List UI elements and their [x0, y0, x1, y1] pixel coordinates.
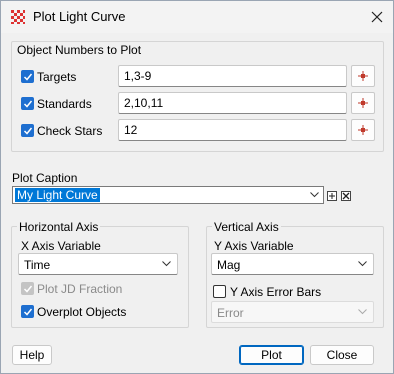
check-stars-label: Check Stars	[37, 124, 103, 138]
y-axis-variable-value: Mag	[217, 258, 241, 272]
x-axis-variable-select[interactable]: Time	[18, 253, 178, 275]
chevron-down-icon	[358, 261, 367, 267]
error-column-select[interactable]: Error	[211, 301, 374, 323]
overplot-objects-checkbox[interactable]	[21, 305, 34, 318]
plot-light-curve-dialog: Plot Light Curve Object Numbers to Plot …	[0, 0, 394, 374]
check-stars-input[interactable]: 12	[118, 119, 347, 141]
y-axis-variable-select[interactable]: Mag	[211, 253, 374, 275]
y-axis-error-bars-label: Y Axis Error Bars	[230, 285, 322, 299]
window-title: Plot Light Curve	[33, 9, 126, 24]
x-axis-variable-label: X Axis Variable	[21, 239, 101, 253]
plot-button[interactable]: Plot	[239, 345, 304, 365]
app-icon	[11, 10, 25, 24]
pick-marker-icon	[358, 125, 368, 135]
overplot-objects-label: Overplot Objects	[37, 305, 127, 319]
y-axis-variable-label: Y Axis Variable	[214, 239, 294, 253]
vertical-axis-title: Vertical Axis	[212, 220, 281, 234]
pick-marker-icon	[358, 71, 368, 81]
error-column-value: Error	[217, 306, 244, 320]
check-stars-pick-button[interactable]	[351, 119, 375, 141]
standards-input[interactable]: 2,10,11	[118, 92, 347, 114]
standards-checkbox[interactable]	[21, 97, 34, 110]
targets-input[interactable]: 1,3-9	[118, 65, 347, 87]
targets-checkbox[interactable]	[21, 70, 34, 83]
close-window-icon[interactable]	[365, 5, 389, 29]
plot-caption-value[interactable]: My Light Curve	[15, 188, 100, 202]
standards-label: Standards	[37, 97, 92, 111]
targets-pick-button[interactable]	[351, 65, 375, 87]
chevron-down-icon	[162, 261, 171, 267]
title-bar: Plot Light Curve	[1, 1, 393, 33]
delete-caption-button[interactable]	[341, 191, 351, 201]
delete-icon	[342, 192, 350, 200]
plot-jd-fraction-label: Plot JD Fraction	[37, 282, 123, 296]
check-stars-checkbox[interactable]	[21, 124, 34, 137]
chevron-down-icon[interactable]	[310, 192, 319, 198]
plot-caption-combo[interactable]: My Light Curve	[12, 186, 324, 204]
standards-pick-button[interactable]	[351, 92, 375, 114]
add-caption-button[interactable]	[327, 191, 337, 201]
object-numbers-title: Object Numbers to Plot	[17, 43, 142, 57]
plot-jd-fraction-checkbox[interactable]	[21, 282, 34, 295]
pick-marker-icon	[358, 98, 368, 108]
close-button[interactable]: Close	[310, 345, 374, 365]
x-axis-variable-value: Time	[24, 258, 51, 272]
chevron-down-icon	[358, 309, 367, 315]
horizontal-axis-title: Horizontal Axis	[17, 220, 101, 234]
plus-icon	[329, 193, 335, 199]
plot-caption-label: Plot Caption	[12, 171, 78, 185]
help-button[interactable]: Help	[12, 345, 52, 365]
y-axis-error-bars-checkbox[interactable]	[213, 285, 226, 298]
targets-label: Targets	[37, 70, 77, 84]
